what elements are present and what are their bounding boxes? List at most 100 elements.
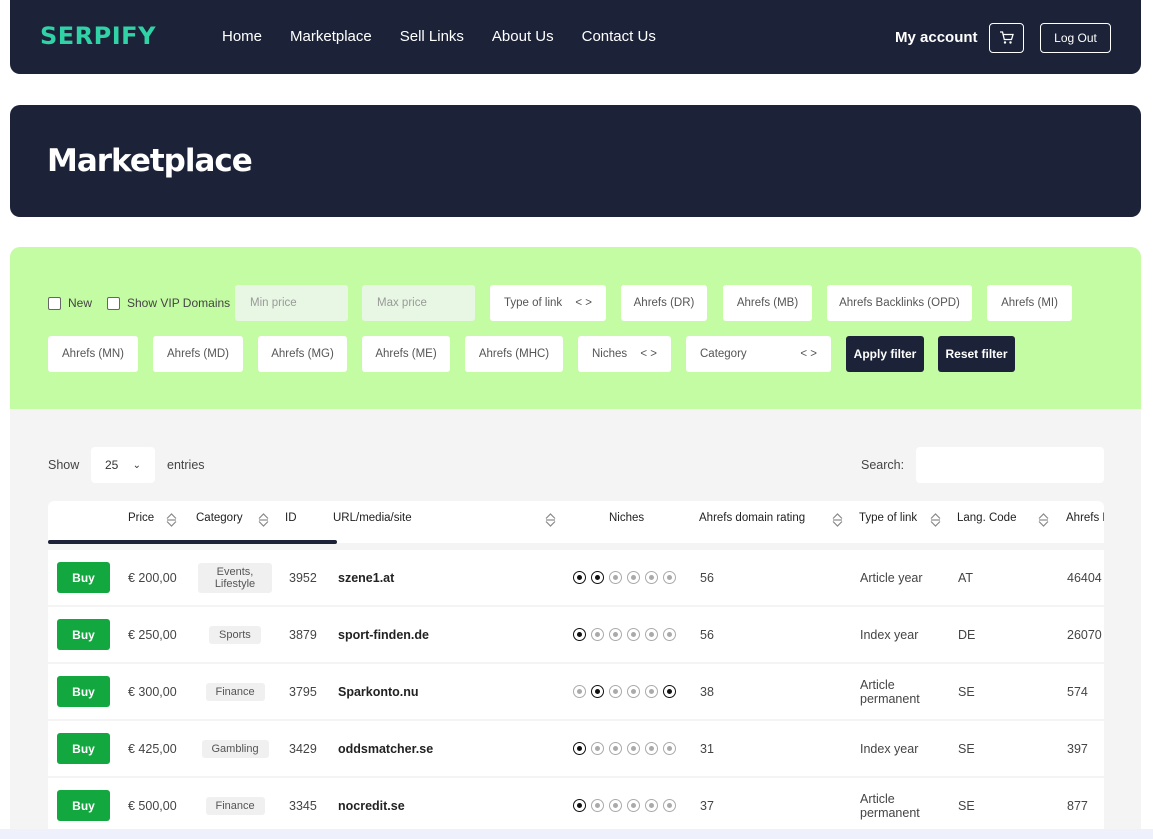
niche-icon: [609, 628, 622, 641]
niche-icon: [609, 571, 622, 584]
col-id[interactable]: ID: [285, 512, 297, 524]
ahrefs-mi-filter[interactable]: Ahrefs (MI): [987, 285, 1072, 321]
checkbox-icon: [107, 296, 120, 310]
lang-cell: SE: [958, 741, 975, 756]
chevrons-icon: < >: [575, 297, 592, 309]
niche-icon: [645, 571, 658, 584]
buy-button[interactable]: Buy: [57, 562, 110, 593]
cart-button[interactable]: [989, 23, 1024, 53]
col-ahrefs-m[interactable]: Ahrefs M: [1066, 512, 1104, 524]
sort-icon[interactable]: [545, 513, 556, 527]
type-of-link-select[interactable]: Type of link < >: [490, 285, 606, 321]
horizontal-scrollbar[interactable]: [48, 540, 337, 544]
col-category[interactable]: Category: [196, 512, 243, 524]
sort-icon[interactable]: [166, 513, 177, 527]
vip-checkbox[interactable]: Show VIP Domains: [107, 296, 230, 310]
col-price[interactable]: Price: [128, 512, 154, 524]
col-lang-code[interactable]: Lang. Code: [957, 512, 1016, 524]
category-select[interactable]: Category < >: [686, 336, 831, 372]
apply-filter-button[interactable]: Apply filter: [846, 336, 924, 372]
ahrefs-mhc-filter[interactable]: Ahrefs (MHC): [465, 336, 563, 372]
category-badge: Finance: [205, 796, 265, 815]
nav-about-us[interactable]: About Us: [492, 28, 554, 45]
nav-marketplace[interactable]: Marketplace: [290, 28, 372, 45]
logout-button[interactable]: Log Out: [1040, 23, 1111, 53]
lang-cell: DE: [958, 627, 976, 642]
niche-icon: [591, 799, 604, 812]
table-row: Buy € 300,00 Finance 3795 Sparkonto.nu 38 Arti…: [48, 664, 1104, 719]
category-badge: Gambling: [201, 739, 269, 758]
ahrefs-md-filter[interactable]: Ahrefs (MD): [153, 336, 243, 372]
col-type-of-link[interactable]: Type of link: [859, 512, 917, 524]
sort-icon[interactable]: [1038, 513, 1049, 527]
niche-icon: [645, 799, 658, 812]
new-checkbox[interactable]: New: [48, 296, 92, 310]
niche-icons: [573, 628, 676, 641]
logo[interactable]: SERPIFY: [40, 22, 156, 50]
category-badge: Finance: [205, 682, 265, 701]
nav-contact-us[interactable]: Contact Us: [582, 28, 656, 45]
page-bottom: [0, 829, 1153, 839]
price-cell: € 500,00: [128, 798, 177, 813]
id-cell: 3345: [289, 798, 317, 813]
type-cell: Index year: [860, 627, 919, 642]
ahrefs-opd-filter[interactable]: Ahrefs Backlinks (OPD): [827, 285, 972, 321]
niche-icon: [627, 799, 640, 812]
min-price-input[interactable]: Min price: [235, 285, 348, 321]
ahrefs-cell: 877: [1067, 798, 1088, 813]
search-input[interactable]: [916, 447, 1104, 483]
id-cell: 3879: [289, 627, 317, 642]
niche-icon: [645, 628, 658, 641]
url-cell[interactable]: Sparkonto.nu: [338, 685, 419, 699]
niche-icon: [627, 742, 640, 755]
url-cell[interactable]: nocredit.se: [338, 799, 405, 813]
niches-select[interactable]: Niches < >: [578, 336, 671, 372]
niche-icon: [645, 685, 658, 698]
top-nav: SERPIFY Home Marketplace Sell Links Abou…: [10, 0, 1141, 74]
ahrefs-cell: 397: [1067, 741, 1088, 756]
table-row: Buy € 500,00 Finance 3345 nocredit.se 37 Artic…: [48, 778, 1104, 829]
my-account-link[interactable]: My account: [895, 29, 978, 46]
col-niches[interactable]: Niches: [609, 512, 644, 524]
ahrefs-dr-filter[interactable]: Ahrefs (DR): [621, 285, 707, 321]
price-cell: € 300,00: [128, 684, 177, 699]
niche-icon: [645, 742, 658, 755]
niche-icon: [663, 799, 676, 812]
niche-icon: [663, 628, 676, 641]
niche-icon: [573, 799, 586, 812]
col-url[interactable]: URL/media/site: [333, 512, 412, 524]
col-ahrefs-dr[interactable]: Ahrefs domain rating: [699, 512, 805, 524]
max-price-input[interactable]: Max price: [362, 285, 475, 321]
nav-sell-links[interactable]: Sell Links: [400, 28, 464, 45]
reset-filter-button[interactable]: Reset filter: [938, 336, 1015, 372]
ahrefs-me-filter[interactable]: Ahrefs (ME): [362, 336, 450, 372]
filter-panel: New Show VIP Domains Min price Max price…: [10, 247, 1141, 409]
niche-icons: [573, 571, 676, 584]
buy-button[interactable]: Buy: [57, 733, 110, 764]
type-cell: Article year: [860, 570, 923, 585]
niche-icon: [591, 571, 604, 584]
category-badge: Sports: [209, 625, 261, 644]
buy-button[interactable]: Buy: [57, 619, 110, 650]
hero-banner: Marketplace: [10, 105, 1141, 217]
ahrefs-mn-filter[interactable]: Ahrefs (MN): [48, 336, 138, 372]
dr-cell: 37: [700, 798, 714, 813]
nav-home[interactable]: Home: [222, 28, 262, 45]
buy-button[interactable]: Buy: [57, 676, 110, 707]
url-cell[interactable]: oddsmatcher.se: [338, 742, 433, 756]
niche-icon: [663, 685, 676, 698]
chevrons-icon: < >: [640, 348, 657, 360]
entries-select[interactable]: 25 ⌄: [91, 447, 155, 483]
category-badge: Events, Lifestyle: [198, 562, 272, 593]
ahrefs-mb-filter[interactable]: Ahrefs (MB): [723, 285, 812, 321]
type-cell: Article permanent: [860, 677, 920, 706]
ahrefs-mg-filter[interactable]: Ahrefs (MG): [258, 336, 347, 372]
sort-icon[interactable]: [258, 513, 269, 527]
url-cell[interactable]: szene1.at: [338, 571, 394, 585]
sort-icon[interactable]: [832, 513, 843, 527]
buy-button[interactable]: Buy: [57, 790, 110, 821]
table-row: Buy € 250,00 Sports 3879 sport-finden.de 56 In…: [48, 607, 1104, 662]
sort-icon[interactable]: [930, 513, 941, 527]
niche-icon: [591, 628, 604, 641]
url-cell[interactable]: sport-finden.de: [338, 628, 429, 642]
